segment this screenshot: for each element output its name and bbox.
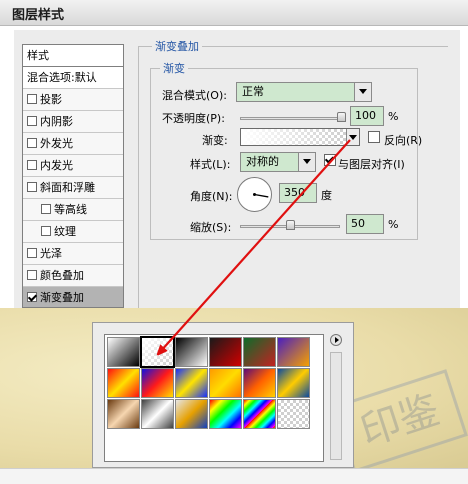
blend-mode-label: 混合模式(O): bbox=[162, 89, 227, 102]
gradient-preset-swatch[interactable] bbox=[107, 337, 140, 367]
gradient-subgroup-title: 渐变 bbox=[160, 60, 188, 76]
gradient-preset-swatch[interactable] bbox=[107, 399, 140, 429]
style-list-item-label: 斜面和浮雕 bbox=[40, 181, 95, 194]
gradient-preview-swatch[interactable] bbox=[240, 128, 360, 146]
style-list-item[interactable]: 纹理 bbox=[23, 221, 123, 243]
gradient-preset-swatch[interactable] bbox=[209, 337, 242, 367]
window-title: 图层样式 bbox=[12, 8, 65, 23]
style-list-item[interactable]: 混合选项:默认 bbox=[23, 67, 123, 89]
gradient-preset-swatch[interactable] bbox=[141, 368, 174, 398]
style-value: 对称的 bbox=[246, 155, 279, 168]
styles-header[interactable]: 样式 bbox=[23, 45, 123, 67]
gradient-dropdown-icon[interactable] bbox=[346, 129, 359, 145]
style-label: 样式(L): bbox=[190, 158, 231, 171]
style-checkbox[interactable] bbox=[27, 116, 37, 126]
style-select[interactable]: 对称的 bbox=[240, 152, 316, 172]
style-checkbox[interactable] bbox=[27, 160, 37, 170]
angle-dial-graphic bbox=[253, 193, 269, 198]
angle-label: 角度(N): bbox=[190, 190, 233, 203]
opacity-slider-thumb[interactable] bbox=[337, 112, 346, 122]
style-list-item[interactable]: 等高线 bbox=[23, 199, 123, 221]
gradient-preset-swatch[interactable] bbox=[277, 399, 310, 429]
style-checkbox[interactable] bbox=[27, 94, 37, 104]
gradient-preset-swatch[interactable] bbox=[243, 368, 276, 398]
style-list-item[interactable]: 内阴影 bbox=[23, 111, 123, 133]
style-list-item[interactable]: 外发光 bbox=[23, 133, 123, 155]
align-with-layer-checkbox[interactable] bbox=[324, 154, 336, 166]
gradient-preset-swatch[interactable] bbox=[209, 368, 242, 398]
style-list-item[interactable]: 渐变叠加 bbox=[23, 287, 123, 307]
style-list-item-label: 外发光 bbox=[40, 137, 73, 150]
opacity-label: 不透明度(P): bbox=[162, 112, 225, 125]
angle-input[interactable]: 350 bbox=[279, 183, 317, 203]
style-list-item-label: 纹理 bbox=[54, 225, 76, 238]
gradient-overlay-title: 渐变叠加 bbox=[152, 38, 202, 54]
style-list-item-label: 渐变叠加 bbox=[40, 291, 84, 304]
style-checkbox[interactable] bbox=[41, 204, 51, 214]
gradient-preset-swatch[interactable] bbox=[243, 337, 276, 367]
scale-input[interactable]: 50 bbox=[346, 214, 384, 234]
chevron-down-icon[interactable] bbox=[354, 83, 371, 101]
opacity-unit: % bbox=[388, 110, 399, 123]
picker-scrollbar[interactable] bbox=[330, 352, 342, 460]
style-list-item[interactable]: 斜面和浮雕 bbox=[23, 177, 123, 199]
blend-mode-select[interactable]: 正常 bbox=[236, 82, 372, 102]
style-list-item-label: 混合选项:默认 bbox=[27, 71, 97, 84]
angle-unit: 度 bbox=[321, 189, 332, 202]
scale-slider-thumb[interactable] bbox=[285, 220, 295, 230]
style-list-item[interactable]: 投影 bbox=[23, 89, 123, 111]
gradient-preset-swatch[interactable] bbox=[243, 399, 276, 429]
style-list-item-label: 光泽 bbox=[40, 247, 62, 260]
style-list-item-label: 等高线 bbox=[54, 203, 87, 216]
window-title-bar: 图层样式 bbox=[0, 0, 468, 26]
chevron-down-icon[interactable] bbox=[298, 153, 315, 171]
opacity-input[interactable]: 100 bbox=[350, 106, 384, 126]
reverse-label: 反向(R) bbox=[384, 134, 423, 147]
scale-unit: % bbox=[388, 218, 399, 231]
angle-dial[interactable] bbox=[237, 177, 272, 212]
gradient-preset-swatch[interactable] bbox=[277, 368, 310, 398]
gradient-preset-swatch[interactable] bbox=[277, 337, 310, 367]
style-list-item[interactable]: 光泽 bbox=[23, 243, 123, 265]
scale-label: 缩放(S): bbox=[190, 221, 232, 234]
align-with-layer-label: 与图层对齐(I) bbox=[338, 158, 405, 171]
opacity-slider-track[interactable] bbox=[240, 117, 346, 120]
style-checkbox[interactable] bbox=[41, 226, 51, 236]
gradient-preset-swatch[interactable] bbox=[175, 399, 208, 429]
style-list: 样式 混合选项:默认投影内阴影外发光内发光斜面和浮雕等高线纹理光泽颜色叠加渐变叠… bbox=[22, 44, 124, 308]
gradient-preset-swatch[interactable] bbox=[140, 336, 175, 368]
gradient-label: 渐变: bbox=[202, 134, 228, 147]
style-list-item-label: 颜色叠加 bbox=[40, 269, 84, 282]
picker-menu-triangle-right-icon[interactable] bbox=[330, 334, 342, 346]
gradient-preset-swatch[interactable] bbox=[107, 368, 140, 398]
style-checkbox[interactable] bbox=[27, 248, 37, 258]
style-list-item[interactable]: 颜色叠加 bbox=[23, 265, 123, 287]
gradient-preset-swatch[interactable] bbox=[209, 399, 242, 429]
style-checkbox[interactable] bbox=[27, 292, 37, 302]
gradient-preset-swatch[interactable] bbox=[175, 368, 208, 398]
style-checkbox[interactable] bbox=[27, 182, 37, 192]
gradient-preset-swatch[interactable] bbox=[141, 399, 174, 429]
bottom-bar bbox=[0, 468, 468, 484]
style-checkbox[interactable] bbox=[27, 270, 37, 280]
gradient-preset-swatch[interactable] bbox=[175, 337, 208, 367]
blend-mode-value: 正常 bbox=[242, 85, 264, 98]
style-list-item-label: 内发光 bbox=[40, 159, 73, 172]
style-list-item-label: 投影 bbox=[40, 93, 62, 106]
gradient-preset-grid bbox=[104, 334, 324, 462]
style-list-item[interactable]: 内发光 bbox=[23, 155, 123, 177]
style-list-item-label: 内阴影 bbox=[40, 115, 73, 128]
style-checkbox[interactable] bbox=[27, 138, 37, 148]
reverse-checkbox[interactable] bbox=[368, 131, 380, 143]
